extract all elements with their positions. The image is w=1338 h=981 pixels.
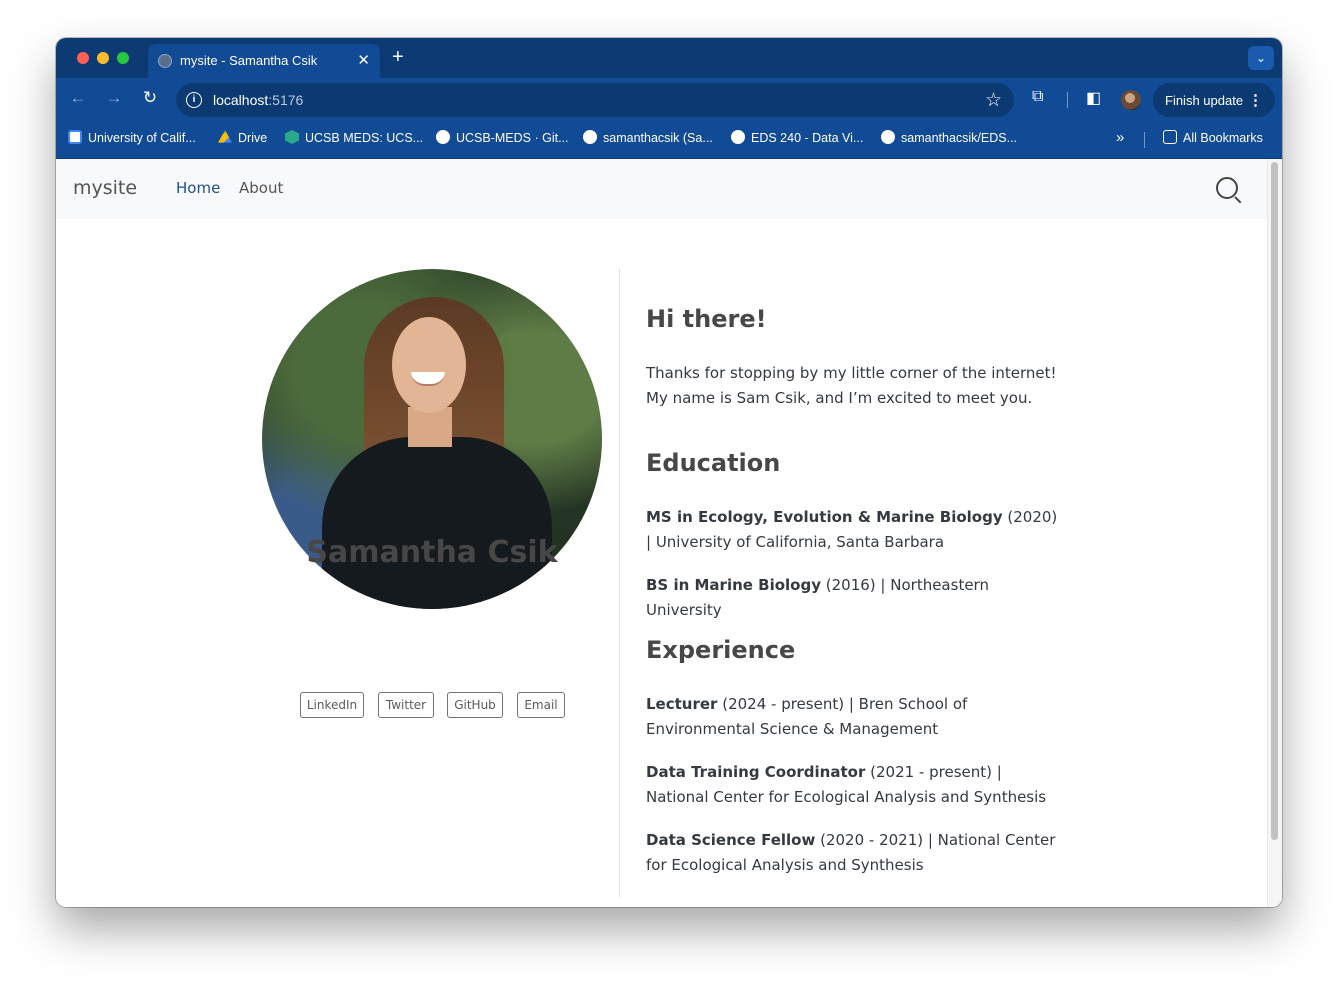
bookmark-item[interactable]: University of Calif... bbox=[68, 130, 196, 145]
experience-role: Lecturer bbox=[646, 695, 718, 713]
experience-item: Data Training Coordinator (2021 - presen… bbox=[646, 760, 1066, 810]
bookmark-item[interactable]: samanthacsik/EDS... bbox=[881, 130, 1017, 145]
tab-title: mysite - Samantha Csik bbox=[180, 53, 318, 68]
tab-strip: mysite - Samantha Csik ✕ + ⌄ bbox=[56, 38, 1282, 78]
experience-role: Data Training Coordinator bbox=[646, 763, 866, 781]
greeting-heading: Hi there! bbox=[646, 305, 767, 333]
bookmark-label: Drive bbox=[238, 131, 268, 145]
scrollbar-thumb[interactable] bbox=[1271, 162, 1278, 840]
bookmark-label: University of Calif... bbox=[88, 131, 196, 145]
extensions-puzzle-icon[interactable]: ⧉ bbox=[1032, 88, 1043, 106]
bookmark-label: UCSB-MEDS · Git... bbox=[456, 131, 569, 145]
browser-window: mysite - Samantha Csik ✕ + ⌄ ← → ↻ i loc… bbox=[56, 38, 1282, 907]
github-button[interactable]: GitHub bbox=[447, 692, 503, 718]
address-bar[interactable]: i localhost:5176 ☆ bbox=[176, 83, 1014, 117]
column-divider bbox=[619, 269, 620, 897]
education-item: MS in Ecology, Evolution & Marine Biolog… bbox=[646, 505, 1066, 555]
profile-name: Samantha Csik bbox=[306, 535, 558, 570]
tab-search-chevron-icon[interactable]: ⌄ bbox=[1248, 46, 1274, 70]
drive-icon bbox=[218, 130, 232, 143]
email-button[interactable]: Email bbox=[517, 692, 565, 718]
side-panel-icon[interactable]: ◧ bbox=[1086, 88, 1101, 108]
education-item: BS in Marine Biology (2016) | Northeaste… bbox=[646, 573, 1066, 623]
bookmark-item[interactable]: UCSB-MEDS · Git... bbox=[436, 130, 569, 145]
search-icon[interactable] bbox=[1216, 177, 1238, 199]
minimize-window-button[interactable] bbox=[97, 52, 109, 64]
page-scrollbar[interactable] bbox=[1267, 159, 1282, 907]
education-degree: BS in Marine Biology bbox=[646, 576, 822, 594]
bookmarks-bar: University of Calif... Drive UCSB MEDS: … bbox=[56, 122, 1282, 159]
browser-toolbar: ← → ↻ i localhost:5176 ☆ ⧉ ◧ Finish upda… bbox=[56, 78, 1282, 122]
tab-favicon-icon bbox=[158, 54, 172, 68]
site-brand-link[interactable]: mysite bbox=[73, 177, 137, 199]
bookmark-item[interactable]: UCSB MEDS: UCS... bbox=[285, 130, 423, 145]
education-degree: MS in Ecology, Evolution & Marine Biolog… bbox=[646, 508, 1003, 526]
url-port: :5176 bbox=[268, 92, 304, 108]
page-viewport: mysite Home About Samantha Csik LinkedIn… bbox=[56, 159, 1282, 907]
profile-avatar[interactable] bbox=[1121, 90, 1141, 110]
bookmark-star-icon[interactable]: ☆ bbox=[985, 89, 1002, 112]
github-icon bbox=[583, 130, 597, 144]
more-menu-icon[interactable]: ⋮ bbox=[1248, 91, 1263, 109]
experience-role: Data Science Fellow bbox=[646, 831, 816, 849]
nav-about-link[interactable]: About bbox=[239, 179, 283, 197]
bookmark-item[interactable]: EDS 240 - Data Vi... bbox=[731, 130, 863, 145]
url-text[interactable]: localhost:5176 bbox=[213, 92, 303, 108]
experience-item: Lecturer (2024 - present) | Bren School … bbox=[646, 692, 1066, 742]
calendar-icon bbox=[68, 130, 82, 144]
github-icon bbox=[881, 130, 895, 144]
bookmark-label: EDS 240 - Data Vi... bbox=[751, 131, 864, 145]
new-tab-icon[interactable]: + bbox=[392, 46, 404, 68]
education-heading: Education bbox=[646, 449, 781, 477]
bookmark-label: UCSB MEDS: UCS... bbox=[305, 131, 424, 145]
meds-icon bbox=[285, 130, 299, 144]
intro-paragraph: Thanks for stopping by my little corner … bbox=[646, 364, 1057, 407]
url-host: localhost bbox=[213, 92, 269, 108]
close-window-button[interactable] bbox=[77, 52, 89, 64]
bookmark-item[interactable]: samanthacsik (Sa... bbox=[583, 130, 713, 145]
site-navbar: mysite Home About bbox=[56, 159, 1267, 219]
experience-heading: Experience bbox=[646, 636, 796, 664]
bookmark-item[interactable]: Drive bbox=[218, 130, 267, 145]
all-bookmarks-label: All Bookmarks bbox=[1183, 131, 1263, 145]
bookmark-label: samanthacsik/EDS... bbox=[901, 131, 1018, 145]
reload-icon[interactable]: ↻ bbox=[139, 88, 161, 108]
forward-arrow-icon[interactable]: → bbox=[103, 88, 125, 108]
finish-update-button[interactable]: Finish update ⋮ bbox=[1153, 83, 1275, 117]
toolbar-divider bbox=[1067, 92, 1068, 108]
tab-close-icon[interactable]: ✕ bbox=[357, 51, 370, 69]
nav-home-link[interactable]: Home bbox=[176, 179, 220, 197]
twitter-button[interactable]: Twitter bbox=[378, 692, 434, 718]
github-icon bbox=[436, 130, 450, 144]
finish-update-label: Finish update bbox=[1165, 93, 1244, 108]
bookmarks-divider bbox=[1144, 132, 1145, 148]
maximize-window-button[interactable] bbox=[117, 52, 129, 64]
folder-icon bbox=[1163, 130, 1177, 144]
active-tab[interactable]: mysite - Samantha Csik ✕ bbox=[148, 44, 380, 78]
all-bookmarks-button[interactable]: All Bookmarks bbox=[1163, 130, 1263, 145]
more-bookmarks-chevron-icon[interactable]: » bbox=[1116, 129, 1124, 146]
site-info-icon[interactable]: i bbox=[186, 92, 202, 108]
back-arrow-icon[interactable]: ← bbox=[67, 88, 89, 108]
bookmark-label: samanthacsik (Sa... bbox=[603, 131, 713, 145]
experience-item: Data Science Fellow (2020 - 2021) | Nati… bbox=[646, 828, 1066, 878]
globe-icon bbox=[731, 130, 745, 144]
linkedin-button[interactable]: LinkedIn bbox=[300, 692, 364, 718]
